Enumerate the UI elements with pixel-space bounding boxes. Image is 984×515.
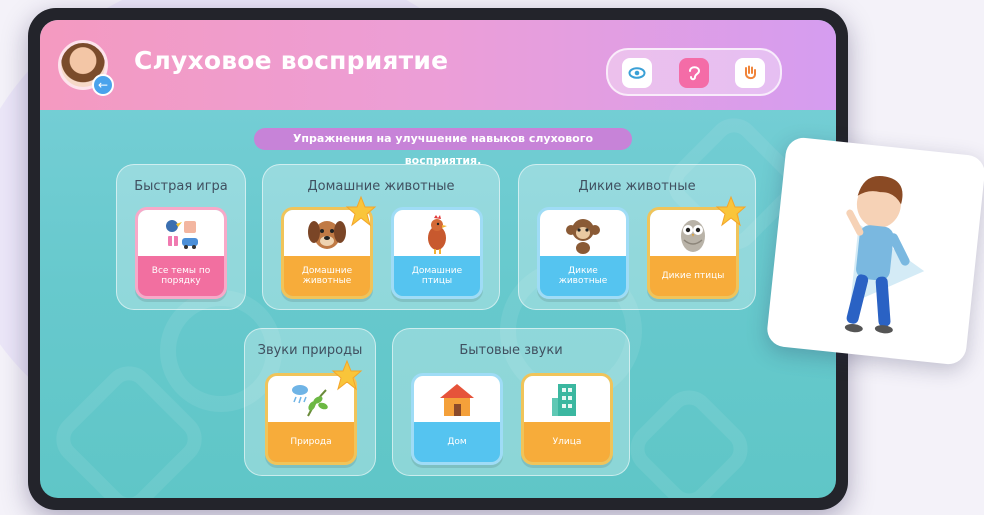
- card-label: Домашние птицы: [394, 256, 480, 296]
- page-title: Слуховое восприятие: [134, 46, 449, 75]
- rooster-icon: [394, 210, 480, 256]
- ear-icon[interactable]: [679, 58, 709, 88]
- building-icon: [524, 376, 610, 422]
- card-poultry[interactable]: Домашние птицы: [391, 207, 483, 299]
- group-household: Бытовые звуки Дом Улица: [392, 328, 630, 476]
- group-pets: Домашние животные Домашние животные Дома…: [262, 164, 500, 310]
- group-title: Быстрая игра: [134, 179, 228, 194]
- group-quick-game: Быстрая игра Все темы по порядку: [116, 164, 246, 310]
- card-label: Дом: [414, 422, 500, 462]
- card-label: Домашние животные: [284, 256, 370, 296]
- eye-icon[interactable]: [622, 58, 652, 88]
- group-title: Бытовые звуки: [459, 343, 563, 358]
- mode-switcher: [606, 48, 782, 96]
- card-all-topics[interactable]: Все темы по порядку: [135, 207, 227, 299]
- card-label: Улица: [524, 422, 610, 462]
- group-nature: Звуки природы Природа: [244, 328, 376, 476]
- tablet-frame: ← Слуховое восприятие Упражнения на улуч…: [28, 8, 848, 510]
- card-street[interactable]: Улица: [521, 373, 613, 465]
- illustration-card: [765, 136, 984, 366]
- card-home[interactable]: Дом: [411, 373, 503, 465]
- background-square-shape: [619, 379, 759, 498]
- arrow-left-icon[interactable]: ←: [92, 74, 114, 96]
- star-icon: [331, 359, 363, 391]
- card-label: Все темы по порядку: [138, 256, 224, 296]
- header-bar: ← Слуховое восприятие: [40, 20, 836, 110]
- monkey-icon: [540, 210, 626, 256]
- mixed-toys-icon: [138, 210, 224, 256]
- star-icon: [715, 195, 747, 227]
- subtitle-banner: Упражнения на улучшение навыков слуховог…: [254, 128, 632, 167]
- hand-icon[interactable]: [735, 58, 765, 88]
- house-icon: [414, 376, 500, 422]
- app-screen: ← Слуховое восприятие Упражнения на улуч…: [40, 20, 836, 498]
- card-label: Дикие животные: [540, 256, 626, 296]
- boy-listening-illustration: [844, 175, 925, 334]
- group-title: Дикие животные: [578, 179, 696, 194]
- card-label: Природа: [268, 422, 354, 462]
- group-wild: Дикие животные Дикие животные Дикие птиц…: [518, 164, 756, 310]
- card-label: Дикие птицы: [650, 256, 736, 296]
- card-wild-animals[interactable]: Дикие животные: [537, 207, 629, 299]
- star-icon: [345, 195, 377, 227]
- group-title: Домашние животные: [307, 179, 455, 194]
- group-title: Звуки природы: [257, 343, 363, 358]
